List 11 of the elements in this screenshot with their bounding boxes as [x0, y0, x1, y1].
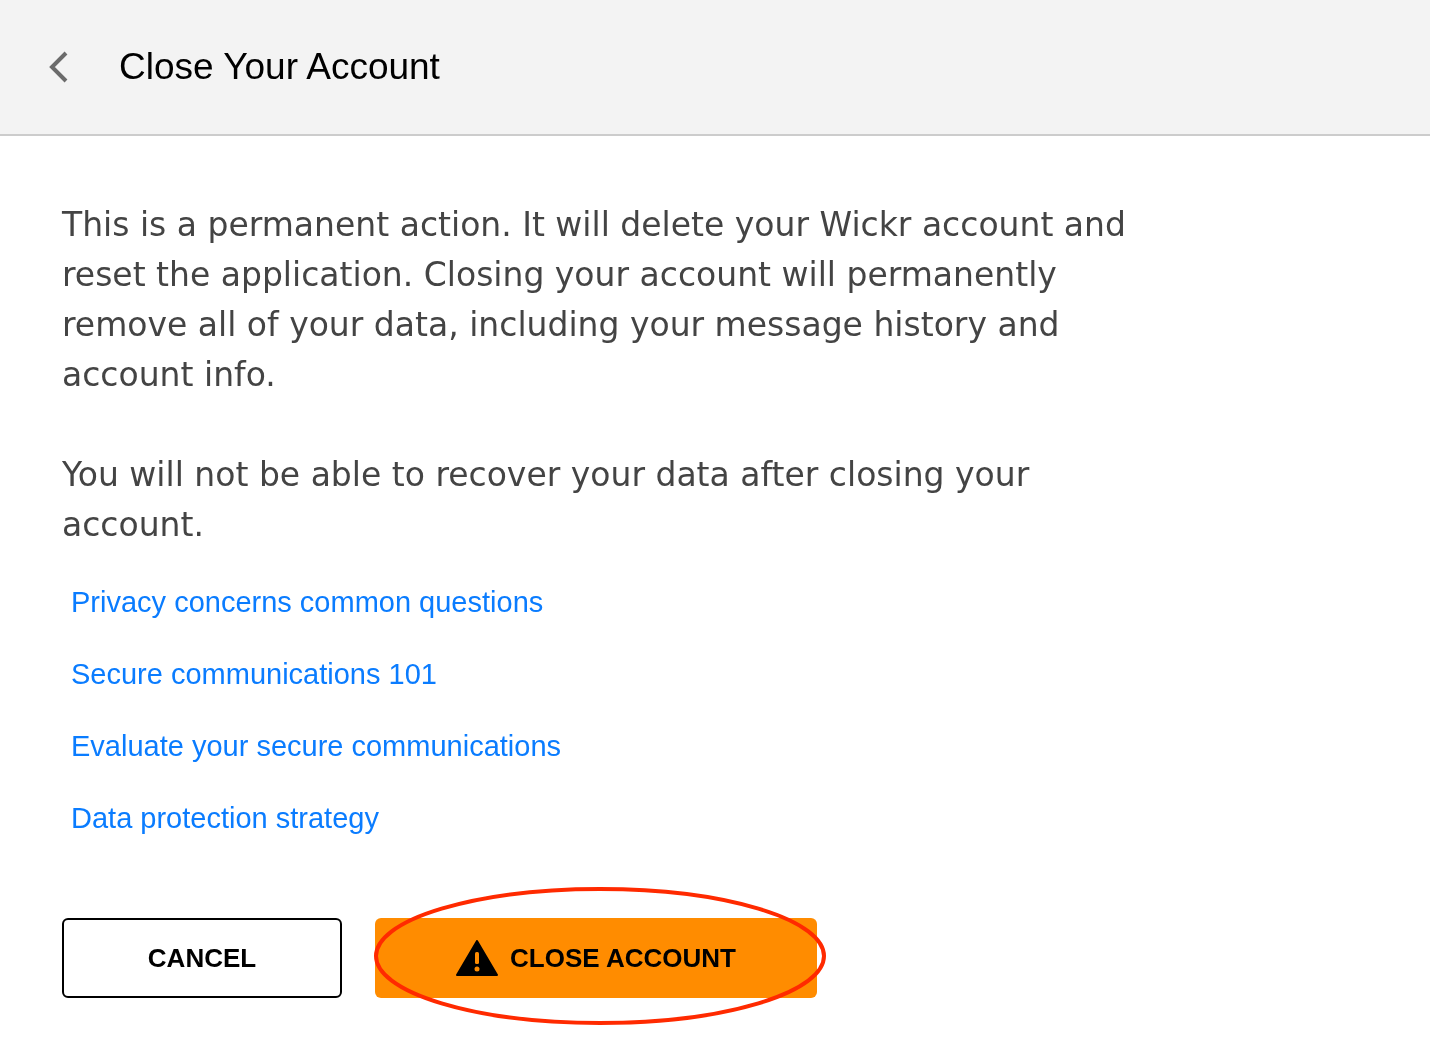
- body-paragraph: You will not be able to recover your data after closing your account.: [62, 454, 1031, 546]
- close-account-button[interactable]: CLOSE ACCOUNT: [375, 918, 817, 998]
- body-paragraph: This is a permanent action. It will delete your Wickr account and reset the application. Closing your account will permanently remove all of your data, including your message history and account info.: [62, 204, 1127, 396]
- page-title: Close Your Account: [119, 45, 440, 89]
- help-link[interactable]: Privacy concerns common questions: [71, 582, 544, 622]
- back-chevron-icon: [49, 51, 69, 83]
- help-link[interactable]: Data protection strategy: [71, 798, 379, 838]
- cancel-button[interactable]: CANCEL: [62, 918, 342, 998]
- help-link[interactable]: Evaluate your secure communications: [71, 726, 561, 766]
- warning-icon: [456, 940, 499, 976]
- help-link[interactable]: Secure communications 101: [71, 654, 437, 694]
